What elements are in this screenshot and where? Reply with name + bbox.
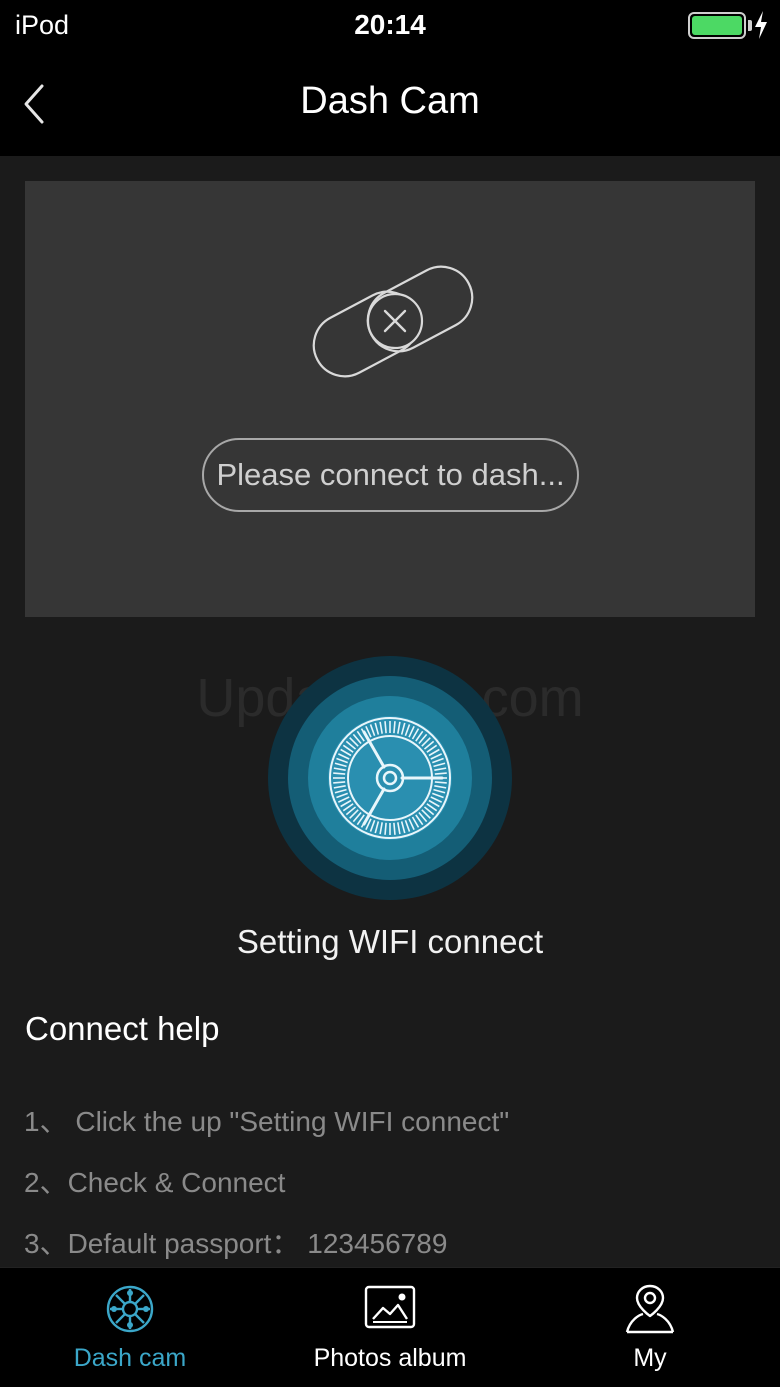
disconnected-link-icon	[312, 265, 474, 378]
wifi-setting-dial-icon	[268, 656, 512, 900]
connection-status-pill: Please connect to dash...	[202, 438, 579, 512]
help-step-3: 3、Default passport： 123456789	[24, 1228, 448, 1259]
dashcam-icon	[106, 1285, 154, 1333]
bolt-icon	[755, 11, 767, 39]
setting-wifi-connect-button[interactable]	[267, 655, 513, 901]
tab-label-photos-album: Photos album	[313, 1344, 467, 1372]
tab-label-my: My	[633, 1344, 667, 1372]
tab-label-dash-cam: Dash cam	[73, 1344, 187, 1372]
help-step-1: 1、 Click the up "Setting WIFI connect"	[24, 1106, 510, 1137]
tab-bar: Dash cam Photos album My	[0, 1267, 780, 1387]
setting-wifi-connect-label[interactable]: Setting WIFI connect	[0, 923, 780, 961]
nav-bar: Dash Cam	[0, 52, 780, 156]
camera-preview: Please connect to dash...	[25, 181, 755, 617]
tab-my[interactable]: My	[590, 1268, 710, 1387]
battery-tip	[748, 20, 752, 31]
screen: iPod 20:14 Dash Cam Please connect to da	[0, 0, 780, 1387]
clock: 20:14	[354, 9, 426, 40]
help-step-2: 2、Check & Connect	[24, 1167, 286, 1198]
photo-album-icon	[364, 1285, 416, 1329]
profile-pin-icon	[625, 1284, 675, 1334]
battery-icon	[688, 12, 746, 39]
tab-dash-cam[interactable]: Dash cam	[50, 1268, 210, 1387]
tab-photos-album[interactable]: Photos album	[300, 1268, 480, 1387]
page-title: Dash Cam	[300, 80, 480, 122]
status-bar: iPod 20:14	[0, 0, 780, 52]
battery-level-fill	[692, 16, 742, 35]
connect-help-title: Connect help	[25, 1010, 220, 1047]
